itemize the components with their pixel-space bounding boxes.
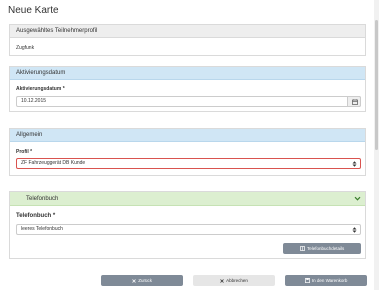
- required-mark: *: [62, 86, 65, 92]
- sort-icon: [352, 161, 357, 167]
- activation-date-label-text: Aktivierungsdatum: [16, 86, 62, 92]
- phonebook-select[interactable]: leeres Telefonbuch: [16, 224, 361, 235]
- required-mark: *: [30, 149, 33, 155]
- scrollbar[interactable]: [374, 0, 379, 290]
- cancel-button[interactable]: Abbrechen: [193, 275, 275, 286]
- close-icon: [220, 279, 224, 283]
- activation-date-label: Aktivierungsdatum *: [16, 86, 65, 92]
- profile-select-value: ZF Fahrzeuggerät DB Kunde: [21, 160, 86, 166]
- selected-profile-panel: Ausgewähltes Teilnehmerprofil Zugfunk: [9, 24, 366, 56]
- activation-date-value: 10.12.2015: [21, 98, 47, 104]
- back-button-label: Zurück: [138, 278, 153, 283]
- phonebook-details-label: Telefonbuchdetails: [306, 246, 345, 251]
- phonebook-heading[interactable]: Telefonbuch: [10, 192, 365, 206]
- sort-icon: [352, 227, 357, 233]
- required-mark: *: [52, 213, 56, 219]
- phonebook-label: Telefonbuch *: [16, 213, 55, 219]
- scrollbar-thumb[interactable]: [375, 20, 378, 150]
- add-to-cart-button[interactable]: In den Warenkorb: [285, 275, 367, 286]
- calendar-icon: [352, 99, 358, 105]
- phonebook-details-button[interactable]: Telefonbuchdetails: [283, 243, 361, 254]
- cancel-button-label: Abbrechen: [226, 278, 248, 283]
- back-button[interactable]: Zurück: [101, 275, 183, 286]
- general-panel: Allgemein Profil * ZF Fahrzeuggerät DB K…: [9, 128, 366, 176]
- book-icon: [299, 246, 305, 252]
- phonebook-panel: Telefonbuch Telefonbuch * leeres Telefon…: [9, 191, 366, 259]
- chevron-down-icon[interactable]: [354, 195, 361, 202]
- save-icon: [304, 278, 310, 284]
- activation-date-input[interactable]: 10.12.2015: [16, 96, 361, 107]
- phonebook-label-text: Telefonbuch: [16, 213, 52, 219]
- add-to-cart-button-label: In den Warenkorb: [311, 278, 348, 283]
- general-heading: Allgemein: [10, 129, 365, 142]
- profile-label-text: Profil: [16, 149, 29, 155]
- phonebook-heading-text: Telefonbuch: [26, 196, 59, 202]
- profile-label: Profil *: [16, 149, 32, 155]
- selected-profile-heading: Ausgewähltes Teilnehmerprofil: [10, 25, 365, 38]
- activation-heading: Aktivierungsdatum: [10, 67, 365, 80]
- calendar-button[interactable]: [347, 96, 361, 107]
- profile-select[interactable]: ZF Fahrzeuggerät DB Kunde: [16, 158, 361, 169]
- activation-panel: Aktivierungsdatum Aktivierungsdatum * 10…: [9, 66, 366, 112]
- close-icon: [132, 279, 136, 283]
- phonebook-select-value: leeres Telefonbuch: [21, 226, 63, 232]
- selected-profile-value: Zugfunk: [16, 45, 35, 51]
- page-title: Neue Karte: [8, 5, 59, 16]
